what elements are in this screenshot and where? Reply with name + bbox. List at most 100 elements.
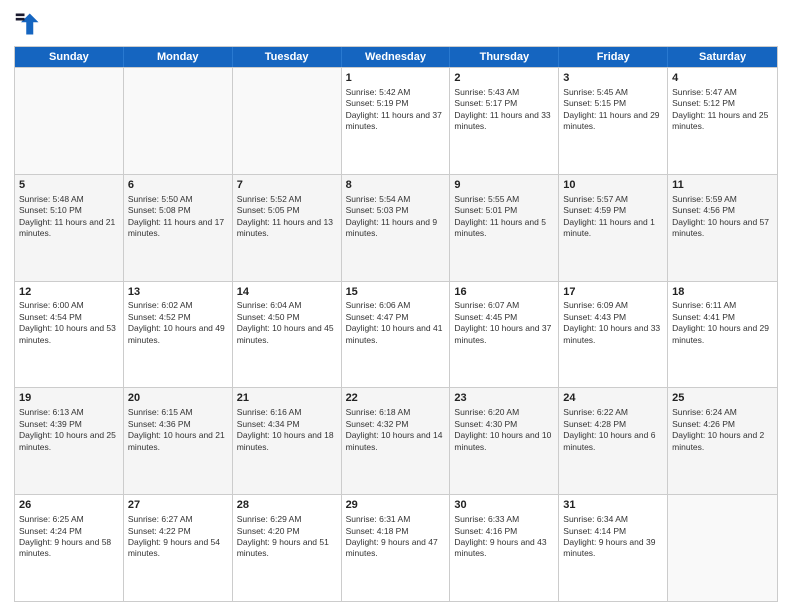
day-info: Sunrise: 6:31 AMSunset: 4:18 PMDaylight:… <box>346 514 438 558</box>
day-number: 27 <box>128 498 228 513</box>
cal-cell-day-7: 7Sunrise: 5:52 AMSunset: 5:05 PMDaylight… <box>233 175 342 281</box>
cal-cell-empty <box>124 68 233 174</box>
day-info: Sunrise: 6:20 AMSunset: 4:30 PMDaylight:… <box>454 407 551 451</box>
cal-cell-day-17: 17Sunrise: 6:09 AMSunset: 4:43 PMDayligh… <box>559 282 668 388</box>
cal-cell-day-29: 29Sunrise: 6:31 AMSunset: 4:18 PMDayligh… <box>342 495 451 601</box>
day-info: Sunrise: 5:45 AMSunset: 5:15 PMDaylight:… <box>563 87 659 131</box>
day-number: 21 <box>237 391 337 406</box>
cal-row-0: 1Sunrise: 5:42 AMSunset: 5:19 PMDaylight… <box>15 67 777 174</box>
day-info: Sunrise: 5:52 AMSunset: 5:05 PMDaylight:… <box>237 194 333 238</box>
header-cell-sunday: Sunday <box>15 47 124 67</box>
cal-cell-day-3: 3Sunrise: 5:45 AMSunset: 5:15 PMDaylight… <box>559 68 668 174</box>
day-info: Sunrise: 6:13 AMSunset: 4:39 PMDaylight:… <box>19 407 116 451</box>
cal-cell-day-18: 18Sunrise: 6:11 AMSunset: 4:41 PMDayligh… <box>668 282 777 388</box>
cal-cell-day-19: 19Sunrise: 6:13 AMSunset: 4:39 PMDayligh… <box>15 388 124 494</box>
cal-cell-empty <box>15 68 124 174</box>
day-number: 7 <box>237 178 337 193</box>
day-number: 2 <box>454 71 554 86</box>
day-number: 4 <box>672 71 773 86</box>
day-number: 12 <box>19 285 119 300</box>
day-info: Sunrise: 5:50 AMSunset: 5:08 PMDaylight:… <box>128 194 224 238</box>
day-info: Sunrise: 5:48 AMSunset: 5:10 PMDaylight:… <box>19 194 115 238</box>
cal-cell-day-13: 13Sunrise: 6:02 AMSunset: 4:52 PMDayligh… <box>124 282 233 388</box>
cal-cell-day-1: 1Sunrise: 5:42 AMSunset: 5:19 PMDaylight… <box>342 68 451 174</box>
cal-cell-day-25: 25Sunrise: 6:24 AMSunset: 4:26 PMDayligh… <box>668 388 777 494</box>
day-number: 9 <box>454 178 554 193</box>
logo <box>14 10 46 38</box>
day-number: 29 <box>346 498 446 513</box>
cal-cell-day-21: 21Sunrise: 6:16 AMSunset: 4:34 PMDayligh… <box>233 388 342 494</box>
cal-cell-empty <box>233 68 342 174</box>
day-number: 5 <box>19 178 119 193</box>
header-cell-saturday: Saturday <box>668 47 777 67</box>
day-number: 1 <box>346 71 446 86</box>
cal-cell-day-28: 28Sunrise: 6:29 AMSunset: 4:20 PMDayligh… <box>233 495 342 601</box>
header-cell-tuesday: Tuesday <box>233 47 342 67</box>
day-number: 31 <box>563 498 663 513</box>
cal-cell-day-4: 4Sunrise: 5:47 AMSunset: 5:12 PMDaylight… <box>668 68 777 174</box>
day-info: Sunrise: 6:22 AMSunset: 4:28 PMDaylight:… <box>563 407 655 451</box>
day-info: Sunrise: 6:06 AMSunset: 4:47 PMDaylight:… <box>346 300 443 344</box>
cal-cell-day-6: 6Sunrise: 5:50 AMSunset: 5:08 PMDaylight… <box>124 175 233 281</box>
cal-cell-day-23: 23Sunrise: 6:20 AMSunset: 4:30 PMDayligh… <box>450 388 559 494</box>
cal-cell-day-12: 12Sunrise: 6:00 AMSunset: 4:54 PMDayligh… <box>15 282 124 388</box>
calendar-header: SundayMondayTuesdayWednesdayThursdayFrid… <box>15 47 777 67</box>
cal-cell-day-24: 24Sunrise: 6:22 AMSunset: 4:28 PMDayligh… <box>559 388 668 494</box>
cal-row-3: 19Sunrise: 6:13 AMSunset: 4:39 PMDayligh… <box>15 387 777 494</box>
cal-cell-day-27: 27Sunrise: 6:27 AMSunset: 4:22 PMDayligh… <box>124 495 233 601</box>
day-number: 30 <box>454 498 554 513</box>
day-number: 6 <box>128 178 228 193</box>
day-number: 26 <box>19 498 119 513</box>
day-info: Sunrise: 6:07 AMSunset: 4:45 PMDaylight:… <box>454 300 551 344</box>
cal-cell-day-9: 9Sunrise: 5:55 AMSunset: 5:01 PMDaylight… <box>450 175 559 281</box>
day-info: Sunrise: 6:33 AMSunset: 4:16 PMDaylight:… <box>454 514 546 558</box>
day-number: 15 <box>346 285 446 300</box>
calendar: SundayMondayTuesdayWednesdayThursdayFrid… <box>14 46 778 602</box>
day-info: Sunrise: 5:59 AMSunset: 4:56 PMDaylight:… <box>672 194 769 238</box>
day-number: 25 <box>672 391 773 406</box>
day-info: Sunrise: 6:27 AMSunset: 4:22 PMDaylight:… <box>128 514 220 558</box>
day-number: 24 <box>563 391 663 406</box>
day-info: Sunrise: 6:00 AMSunset: 4:54 PMDaylight:… <box>19 300 116 344</box>
day-info: Sunrise: 6:34 AMSunset: 4:14 PMDaylight:… <box>563 514 655 558</box>
day-info: Sunrise: 6:15 AMSunset: 4:36 PMDaylight:… <box>128 407 225 451</box>
day-info: Sunrise: 6:29 AMSunset: 4:20 PMDaylight:… <box>237 514 329 558</box>
cal-cell-day-2: 2Sunrise: 5:43 AMSunset: 5:17 PMDaylight… <box>450 68 559 174</box>
cal-cell-empty <box>668 495 777 601</box>
day-info: Sunrise: 6:16 AMSunset: 4:34 PMDaylight:… <box>237 407 334 451</box>
page: SundayMondayTuesdayWednesdayThursdayFrid… <box>0 0 792 612</box>
cal-row-4: 26Sunrise: 6:25 AMSunset: 4:24 PMDayligh… <box>15 494 777 601</box>
day-info: Sunrise: 5:54 AMSunset: 5:03 PMDaylight:… <box>346 194 438 238</box>
header-cell-monday: Monday <box>124 47 233 67</box>
day-info: Sunrise: 6:09 AMSunset: 4:43 PMDaylight:… <box>563 300 660 344</box>
day-info: Sunrise: 6:18 AMSunset: 4:32 PMDaylight:… <box>346 407 443 451</box>
day-info: Sunrise: 5:47 AMSunset: 5:12 PMDaylight:… <box>672 87 768 131</box>
header-cell-wednesday: Wednesday <box>342 47 451 67</box>
day-info: Sunrise: 5:57 AMSunset: 4:59 PMDaylight:… <box>563 194 655 238</box>
header <box>14 10 778 38</box>
day-number: 16 <box>454 285 554 300</box>
cal-row-2: 12Sunrise: 6:00 AMSunset: 4:54 PMDayligh… <box>15 281 777 388</box>
cal-cell-day-5: 5Sunrise: 5:48 AMSunset: 5:10 PMDaylight… <box>15 175 124 281</box>
cal-cell-day-20: 20Sunrise: 6:15 AMSunset: 4:36 PMDayligh… <box>124 388 233 494</box>
day-number: 11 <box>672 178 773 193</box>
day-number: 23 <box>454 391 554 406</box>
day-info: Sunrise: 6:25 AMSunset: 4:24 PMDaylight:… <box>19 514 111 558</box>
cal-cell-day-26: 26Sunrise: 6:25 AMSunset: 4:24 PMDayligh… <box>15 495 124 601</box>
day-number: 18 <box>672 285 773 300</box>
cal-cell-day-31: 31Sunrise: 6:34 AMSunset: 4:14 PMDayligh… <box>559 495 668 601</box>
cal-cell-day-11: 11Sunrise: 5:59 AMSunset: 4:56 PMDayligh… <box>668 175 777 281</box>
cal-cell-day-30: 30Sunrise: 6:33 AMSunset: 4:16 PMDayligh… <box>450 495 559 601</box>
day-number: 13 <box>128 285 228 300</box>
cal-cell-day-16: 16Sunrise: 6:07 AMSunset: 4:45 PMDayligh… <box>450 282 559 388</box>
day-number: 10 <box>563 178 663 193</box>
logo-icon <box>14 10 42 38</box>
day-info: Sunrise: 6:11 AMSunset: 4:41 PMDaylight:… <box>672 300 769 344</box>
day-number: 28 <box>237 498 337 513</box>
cal-cell-day-22: 22Sunrise: 6:18 AMSunset: 4:32 PMDayligh… <box>342 388 451 494</box>
day-number: 20 <box>128 391 228 406</box>
header-cell-friday: Friday <box>559 47 668 67</box>
day-number: 19 <box>19 391 119 406</box>
cal-row-1: 5Sunrise: 5:48 AMSunset: 5:10 PMDaylight… <box>15 174 777 281</box>
day-number: 17 <box>563 285 663 300</box>
